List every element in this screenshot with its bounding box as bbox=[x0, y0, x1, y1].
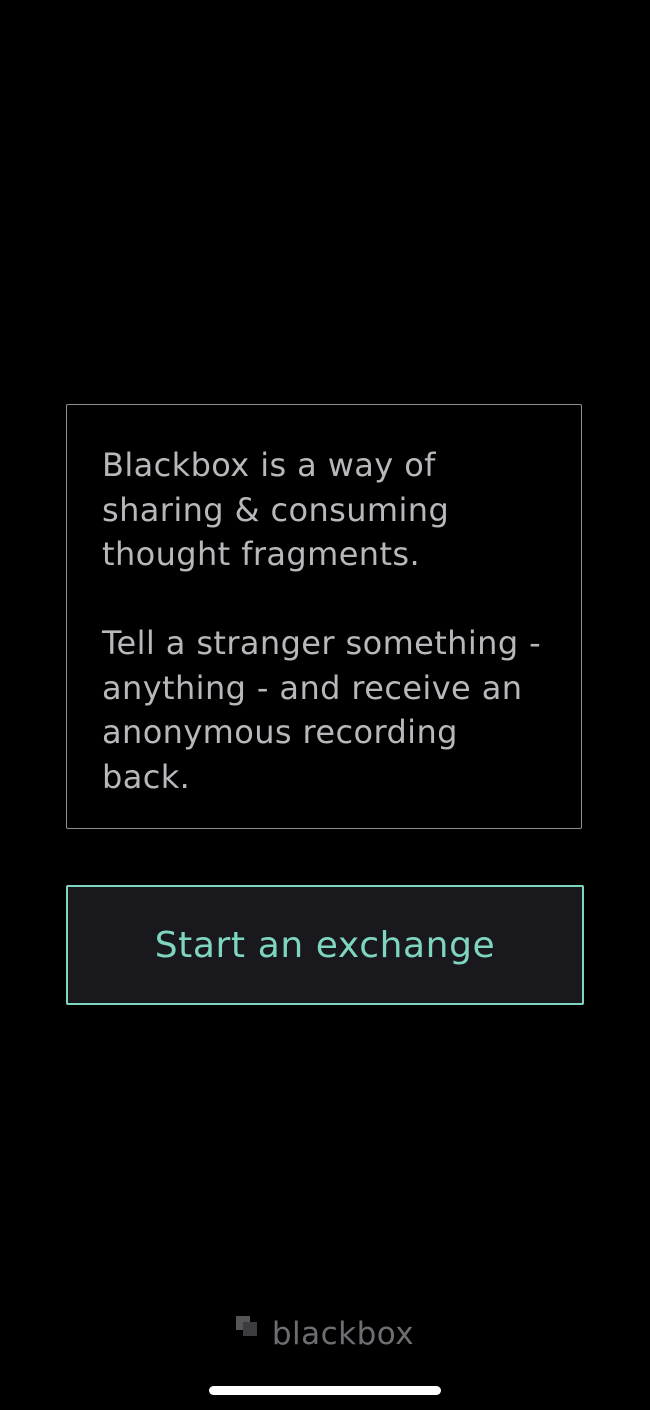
intro-paragraph-description: Blackbox is a way of sharing & consuming… bbox=[102, 446, 450, 573]
intro-card: Blackbox is a way of sharing & consuming… bbox=[66, 404, 582, 829]
intro-paragraph-instructions: Tell a stranger something - anything - a… bbox=[102, 624, 542, 796]
brand-name: blackbox bbox=[271, 1316, 415, 1352]
home-indicator[interactable] bbox=[209, 1386, 441, 1395]
stacked-squares-icon bbox=[235, 1316, 260, 1342]
brand-footer: blackbox bbox=[0, 1316, 650, 1352]
start-exchange-label: Start an exchange bbox=[154, 924, 496, 966]
start-exchange-button[interactable]: Start an exchange bbox=[66, 885, 584, 1005]
